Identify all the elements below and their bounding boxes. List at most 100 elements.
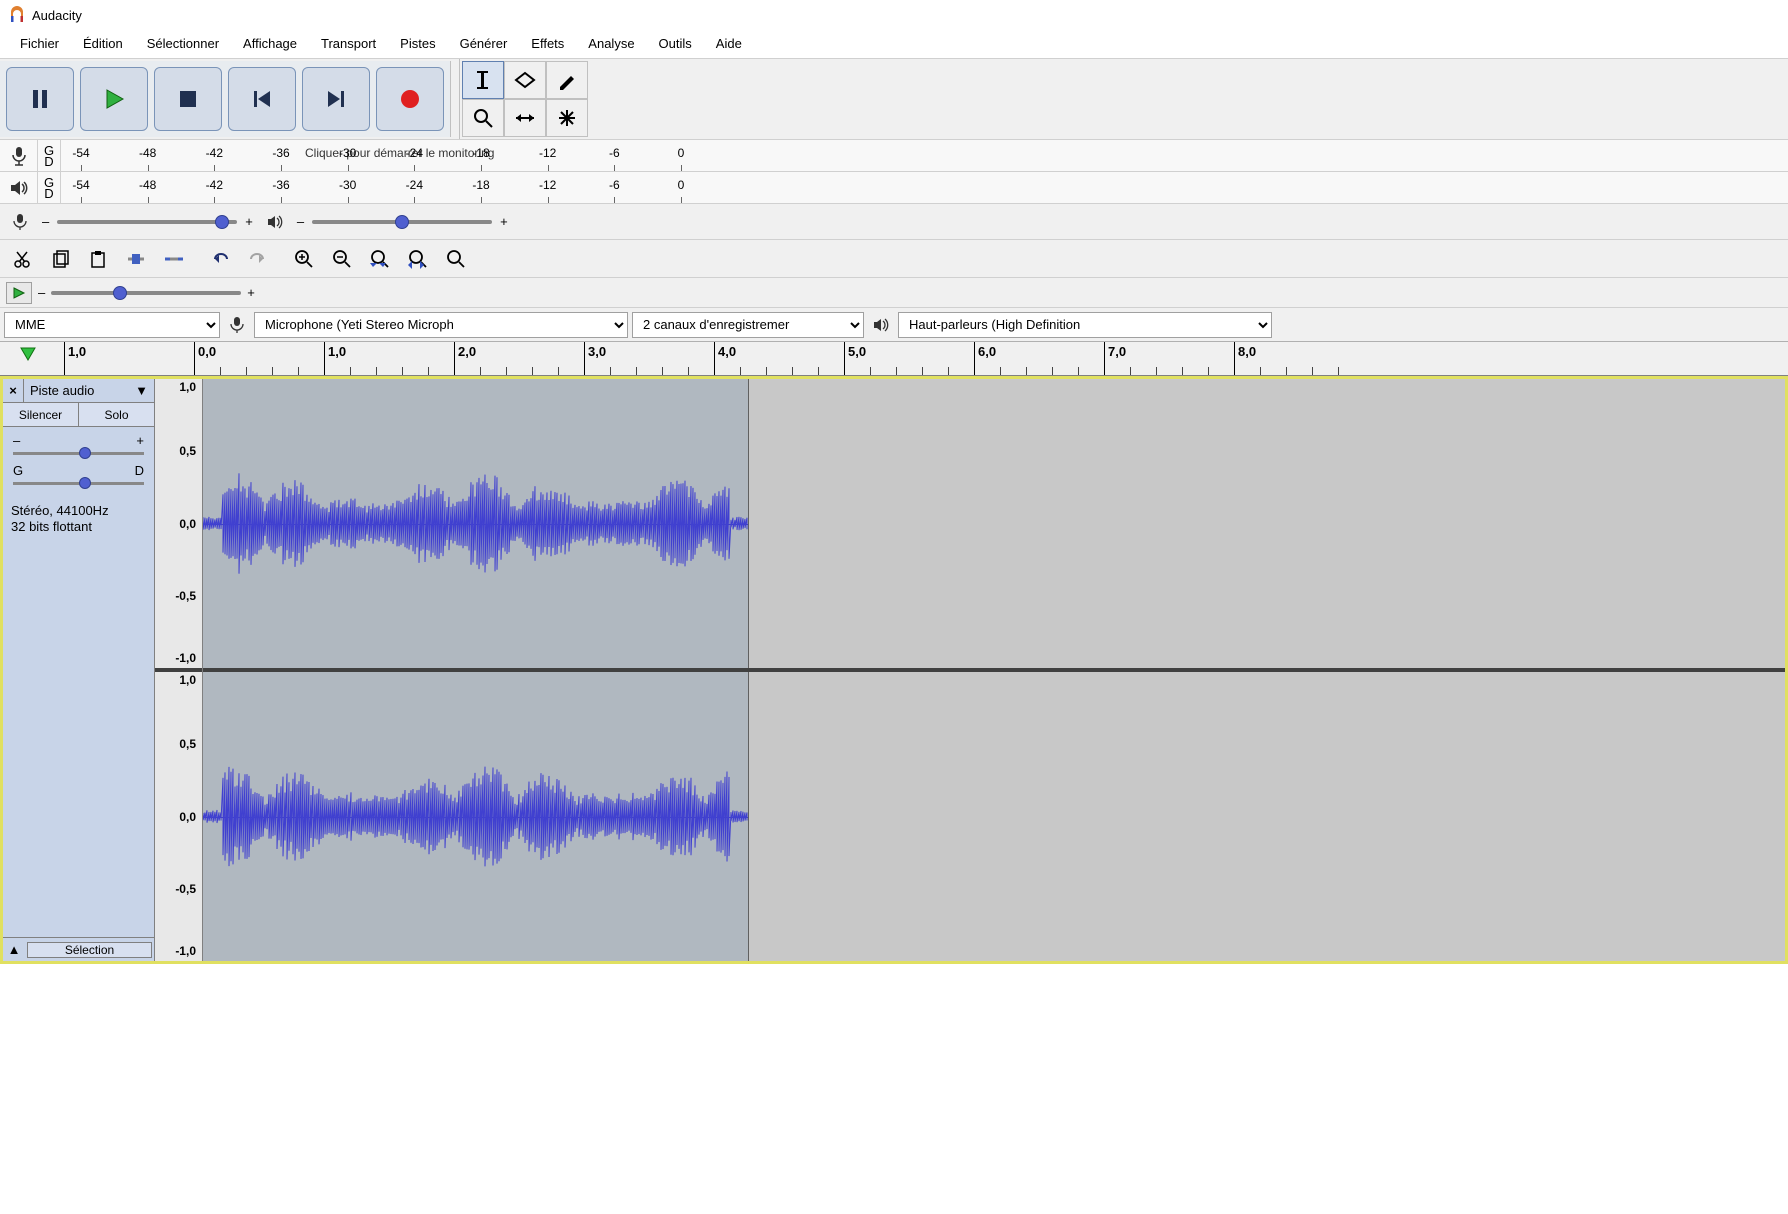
amplitude-label: 0,0 [179,517,196,531]
meter-tick-label: -36 [272,146,289,160]
track-collapse-button[interactable]: ▲ [3,942,25,957]
track-close-button[interactable]: × [3,383,23,398]
ruler-tick-label: 1,0 [328,344,346,359]
track-select-button[interactable]: Sélection [27,942,152,958]
ruler-tick-label: 6,0 [978,344,996,359]
tool-timeshift[interactable] [504,99,546,137]
audacity-logo-icon [8,6,26,24]
meter-tick-label: -30 [339,178,356,192]
playback-volume-slider[interactable] [312,220,492,224]
meter-tick-label: -30 [339,146,356,160]
track-vertical-axis[interactable]: 1,00,50,0-0,5-1,0 1,00,50,0-0,5-1,0 [155,379,203,961]
tool-multi[interactable] [546,99,588,137]
play-at-speed-button[interactable] [6,282,32,304]
menu-effects[interactable]: Effets [519,32,576,56]
menu-file[interactable]: Fichier [8,32,71,56]
menu-help[interactable]: Aide [704,32,754,56]
meter-tick-label: -12 [539,146,556,160]
recording-channels-select[interactable]: 2 canaux d'enregistremer [632,312,864,338]
play-button[interactable] [80,67,148,131]
ruler-tick-label: 5,0 [848,344,866,359]
ruler-tick-label: 8,0 [1238,344,1256,359]
app-title: Audacity [32,8,82,23]
track-gain-slider[interactable] [13,452,144,455]
gain-minus-label: – [13,433,20,448]
solo-button[interactable]: Solo [79,403,154,426]
menu-view[interactable]: Affichage [231,32,309,56]
track-menu-button[interactable]: Piste audio▼ [23,379,154,402]
zoom-selection-button[interactable] [362,243,398,275]
zoom-toggle-button[interactable] [438,243,474,275]
zoom-in-button[interactable] [286,243,322,275]
playback-speed-slider[interactable] [51,291,241,295]
skip-start-button[interactable] [228,67,296,131]
record-button[interactable] [376,67,444,131]
silence-button[interactable] [156,243,192,275]
meter-start-hint: Cliquer pour démarrer le monitoring [301,146,498,160]
amplitude-label: -1,0 [175,651,196,665]
recording-meter[interactable]: GD Cliquer pour démarrer le monitoring -… [0,140,1788,172]
meter-tick-label: -6 [609,178,620,192]
menu-generate[interactable]: Générer [448,32,520,56]
tool-envelope[interactable] [504,61,546,99]
playback-meter[interactable]: GD -54-48-42-36-30-24-18-12-60 [0,172,1788,204]
playback-device-select[interactable]: Haut-parleurs (High Definition [898,312,1272,338]
amplitude-label: 1,0 [179,673,196,687]
speaker-icon [868,317,894,333]
slider-plus-label: + [245,214,253,229]
meter-tick-label: -18 [472,178,489,192]
slider-plus-label: + [500,214,508,229]
waveform-channel-right[interactable] [203,668,1785,961]
zoom-out-button[interactable] [324,243,360,275]
meter-tick-label: -54 [72,146,89,160]
menu-transport[interactable]: Transport [309,32,388,56]
recording-volume-slider[interactable] [57,220,237,224]
redo-button[interactable] [240,243,276,275]
audio-host-select[interactable]: MME [4,312,220,338]
tool-draw[interactable] [546,61,588,99]
meter-tick-label: -18 [472,146,489,160]
amplitude-label: -1,0 [175,944,196,958]
ruler-tick-label: 0,0 [198,344,216,359]
transport-toolbar [0,61,451,137]
slider-plus-label: + [247,285,255,300]
skip-end-button[interactable] [302,67,370,131]
meter-channels-label: GD [38,145,60,167]
meter-tick-label: -24 [406,146,423,160]
playhead-marker-icon[interactable] [0,342,56,375]
meter-tick-label: -48 [139,146,156,160]
speaker-icon [0,172,38,203]
transport-toolbar-row [0,58,1788,139]
ruler-tick-label: 2,0 [458,344,476,359]
amplitude-label: 0,5 [179,737,196,751]
device-toolbar: MME Microphone (Yeti Stereo Microph 2 ca… [0,308,1788,342]
menu-tracks[interactable]: Pistes [388,32,447,56]
menu-edit[interactable]: Édition [71,32,135,56]
tool-zoom[interactable] [462,99,504,137]
track-control-panel: × Piste audio▼ Silencer Solo –+ GD Stéré… [3,379,155,961]
timeline-ruler[interactable]: 1,00,01,02,03,04,05,06,07,08,0 [0,342,1788,376]
ruler-tick-label: 1,0 [68,344,86,359]
cut-button[interactable] [4,243,40,275]
copy-button[interactable] [42,243,78,275]
menu-tools[interactable]: Outils [647,32,704,56]
track-waveform-area[interactable] [203,379,1785,961]
zoom-fit-button[interactable] [400,243,436,275]
mute-button[interactable]: Silencer [3,403,79,426]
meter-tick-label: -48 [139,178,156,192]
menu-analyze[interactable]: Analyse [576,32,646,56]
paste-button[interactable] [80,243,116,275]
undo-button[interactable] [202,243,238,275]
stop-button[interactable] [154,67,222,131]
pan-right-label: D [135,463,144,478]
pause-button[interactable] [6,67,74,131]
slider-minus-label: – [42,214,49,229]
waveform-channel-left[interactable] [203,379,1785,668]
tool-selection[interactable] [462,61,504,99]
meter-tick-label: -6 [609,146,620,160]
track-format-info: Stéréo, 44100Hz 32 bits flottant [3,499,154,539]
menu-select[interactable]: Sélectionner [135,32,231,56]
recording-device-select[interactable]: Microphone (Yeti Stereo Microph [254,312,628,338]
trim-button[interactable] [118,243,154,275]
track-pan-slider[interactable] [13,482,144,485]
